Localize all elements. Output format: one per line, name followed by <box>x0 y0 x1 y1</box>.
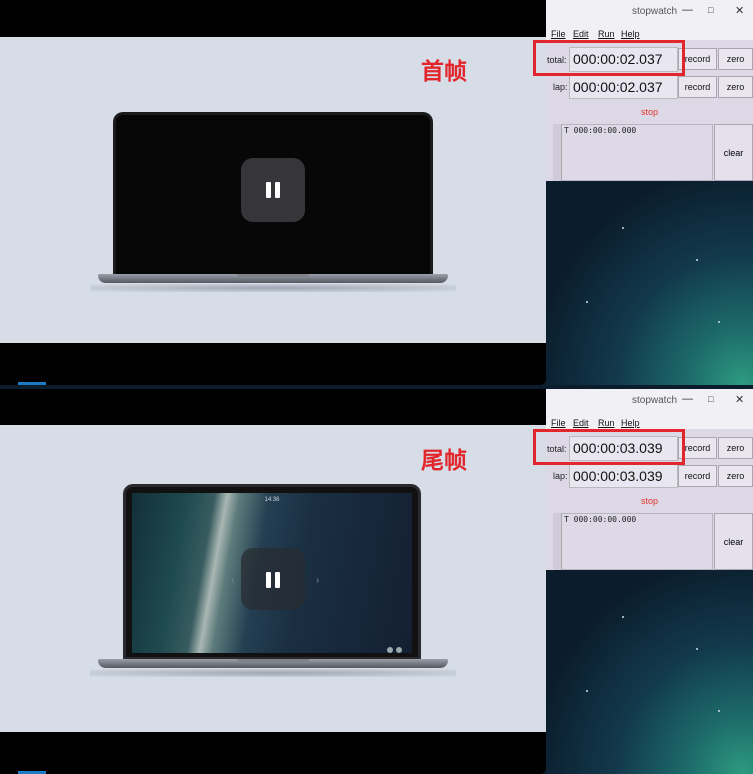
log-textarea[interactable]: T 000:00:00.000 <box>553 513 713 570</box>
clear-button[interactable]: clear <box>714 124 753 181</box>
record-lap-button[interactable]: record <box>678 76 717 98</box>
menu-edit[interactable]: Edit <box>573 418 589 428</box>
menu-help[interactable]: Help <box>621 418 640 428</box>
lap-time-display: 000:00:02.037 <box>569 75 678 99</box>
menu-run[interactable]: Run <box>598 29 615 39</box>
minimize-icon[interactable]: — <box>682 4 693 16</box>
zero-lap-button[interactable]: zero <box>718 465 753 487</box>
zero-lap-button[interactable]: zero <box>718 76 753 98</box>
stop-button[interactable]: stop <box>546 107 753 117</box>
highlight-box <box>533 40 685 76</box>
record-lap-button[interactable]: record <box>678 465 717 487</box>
desktop-wallpaper <box>546 181 753 385</box>
pause-button[interactable] <box>241 548 305 610</box>
frame-label: 尾帧 <box>421 448 467 474</box>
titlebar: stopwatch — □ ✕ <box>546 389 753 413</box>
zero-total-button[interactable]: zero <box>718 437 753 459</box>
star <box>622 227 624 229</box>
taskbar-item[interactable] <box>18 382 46 385</box>
star <box>696 648 698 650</box>
minimize-icon[interactable]: — <box>682 393 693 405</box>
stop-button[interactable]: stop <box>546 496 753 506</box>
log-textarea[interactable]: T 000:00:00.000 <box>553 124 713 181</box>
lap-label: lap: <box>553 82 568 92</box>
star <box>586 301 588 303</box>
lockscreen-clock: 14:36 <box>264 497 280 503</box>
star <box>718 710 720 712</box>
window-title: stopwatch <box>632 6 678 17</box>
menu-file[interactable]: File <box>551 418 566 428</box>
last-frame-panel: 14:36 ‹ › stopwatch — □ ✕ File Edit Run … <box>0 389 753 774</box>
lap-time-display: 000:00:03.039 <box>569 464 678 488</box>
first-frame-panel: stopwatch — □ ✕ File Edit Run Help total… <box>0 0 753 385</box>
star <box>586 690 588 692</box>
scrollbar[interactable] <box>553 513 562 570</box>
pause-icon <box>266 182 271 198</box>
corner-icons <box>384 640 404 653</box>
chevron-left-icon: ‹ <box>231 575 235 586</box>
star <box>718 321 720 323</box>
menu-file[interactable]: File <box>551 29 566 39</box>
frame-label: 首帧 <box>421 59 467 85</box>
lap-label: lap: <box>553 471 568 481</box>
pause-icon-bar <box>275 182 280 198</box>
chevron-right-icon: › <box>316 575 320 586</box>
close-icon[interactable]: ✕ <box>735 4 744 17</box>
zero-total-button[interactable]: zero <box>718 48 753 70</box>
laptop-shadow <box>90 284 456 292</box>
maximize-icon[interactable]: □ <box>708 5 713 15</box>
stopwatch-window: stopwatch — □ ✕ File Edit Run Help total… <box>546 0 753 181</box>
maximize-icon[interactable]: □ <box>708 394 713 404</box>
menubar: File Edit Run Help <box>546 24 753 40</box>
log-line: T 000:00:00.000 <box>564 126 637 135</box>
log-line: T 000:00:00.000 <box>564 515 637 524</box>
pause-icon-bar <box>275 572 280 588</box>
star <box>696 259 698 261</box>
menu-edit[interactable]: Edit <box>573 29 589 39</box>
stopwatch-window: stopwatch — □ ✕ File Edit Run Help total… <box>546 389 753 570</box>
clear-button[interactable]: clear <box>714 513 753 570</box>
window-title: stopwatch <box>632 395 678 406</box>
highlight-box <box>533 429 685 465</box>
laptop-notch <box>237 659 309 662</box>
titlebar: stopwatch — □ ✕ <box>546 0 753 24</box>
laptop-shadow <box>90 669 456 677</box>
menu-run[interactable]: Run <box>598 418 615 428</box>
menu-help[interactable]: Help <box>621 29 640 39</box>
desktop-wallpaper <box>546 570 753 774</box>
star <box>622 616 624 618</box>
pause-button[interactable] <box>241 158 305 222</box>
laptop-notch <box>237 274 309 277</box>
close-icon[interactable]: ✕ <box>735 393 744 406</box>
scrollbar[interactable] <box>553 124 562 181</box>
pause-icon <box>266 572 271 588</box>
menubar: File Edit Run Help <box>546 413 753 429</box>
